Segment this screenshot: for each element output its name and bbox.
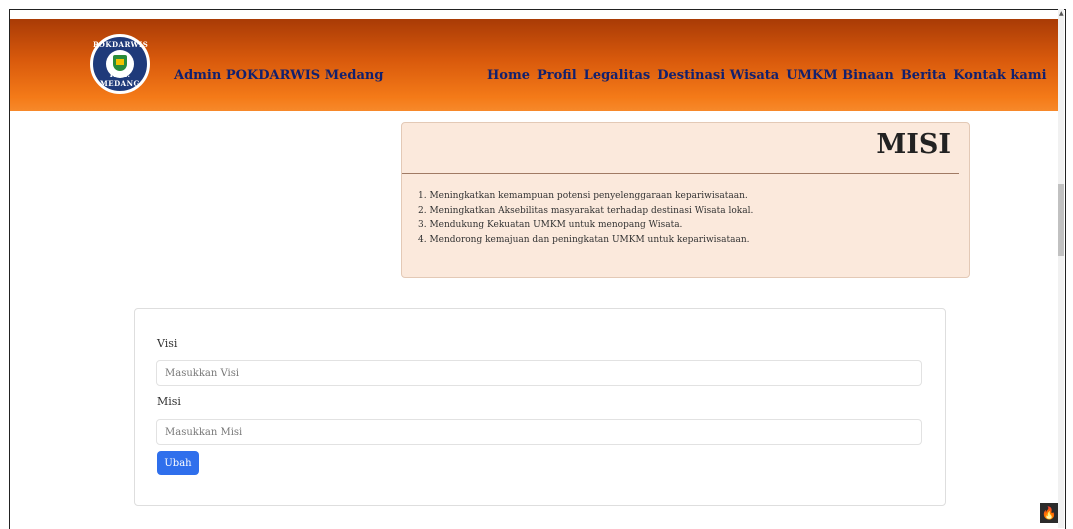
divider bbox=[402, 173, 959, 174]
scrollbar[interactable]: ▲ bbox=[1058, 9, 1064, 528]
nav-destinasi-wisata[interactable]: Destinasi Wisata bbox=[657, 68, 779, 83]
misi-label: Misi bbox=[157, 395, 181, 408]
flame-icon[interactable]: 🔥 bbox=[1040, 503, 1058, 523]
misi-item: 4. Mendorong kemajuan dan peningkatan UM… bbox=[418, 234, 750, 245]
navbar: POKDARWIS KEL. MEDANG Admin POKDARWIS Me… bbox=[10, 19, 1062, 111]
scroll-up-icon[interactable]: ▲ bbox=[1059, 11, 1064, 17]
misi-item: 3. Mendukung Kekuatan UMKM untuk menopan… bbox=[418, 220, 683, 230]
visi-label: Visi bbox=[157, 337, 178, 350]
misi-item: 2. Meningkatkan Aksebilitas masyarakat t… bbox=[418, 205, 754, 216]
shield-icon bbox=[113, 55, 127, 71]
nav-legalitas[interactable]: Legalitas bbox=[584, 68, 651, 83]
visi-input[interactable] bbox=[156, 360, 922, 386]
browser-viewport: POKDARWIS KEL. MEDANG Admin POKDARWIS Me… bbox=[9, 9, 1066, 529]
logo-bottom-text: KEL. MEDANG bbox=[100, 70, 140, 88]
nav-kontak-kami[interactable]: Kontak kami bbox=[953, 68, 1046, 83]
ubah-button[interactable]: Ubah bbox=[157, 451, 199, 475]
nav-menu: Home Profil Legalitas Destinasi Wisata U… bbox=[487, 68, 1054, 83]
scrollbar-thumb[interactable] bbox=[1058, 184, 1064, 256]
pokdarwis-logo[interactable]: POKDARWIS KEL. MEDANG bbox=[90, 34, 150, 94]
misi-title: MISI bbox=[876, 129, 951, 160]
misi-item: 1. Meningkatkan kemampuan potensi penyel… bbox=[418, 191, 748, 201]
nav-home[interactable]: Home bbox=[487, 68, 530, 83]
misi-input[interactable] bbox=[156, 419, 922, 445]
brand-title[interactable]: Admin POKDARWIS Medang bbox=[174, 68, 383, 83]
edit-form-card: Visi Misi Ubah bbox=[134, 308, 946, 506]
misi-list: 1. Meningkatkan kemampuan potensi penyel… bbox=[418, 189, 753, 247]
misi-card: MISI 1. Meningkatkan kemampuan potensi p… bbox=[401, 122, 970, 278]
nav-umkm-binaan[interactable]: UMKM Binaan bbox=[786, 68, 894, 83]
nav-profil[interactable]: Profil bbox=[537, 68, 577, 83]
logo-top-text: POKDARWIS bbox=[93, 40, 149, 49]
nav-berita[interactable]: Berita bbox=[901, 68, 946, 83]
